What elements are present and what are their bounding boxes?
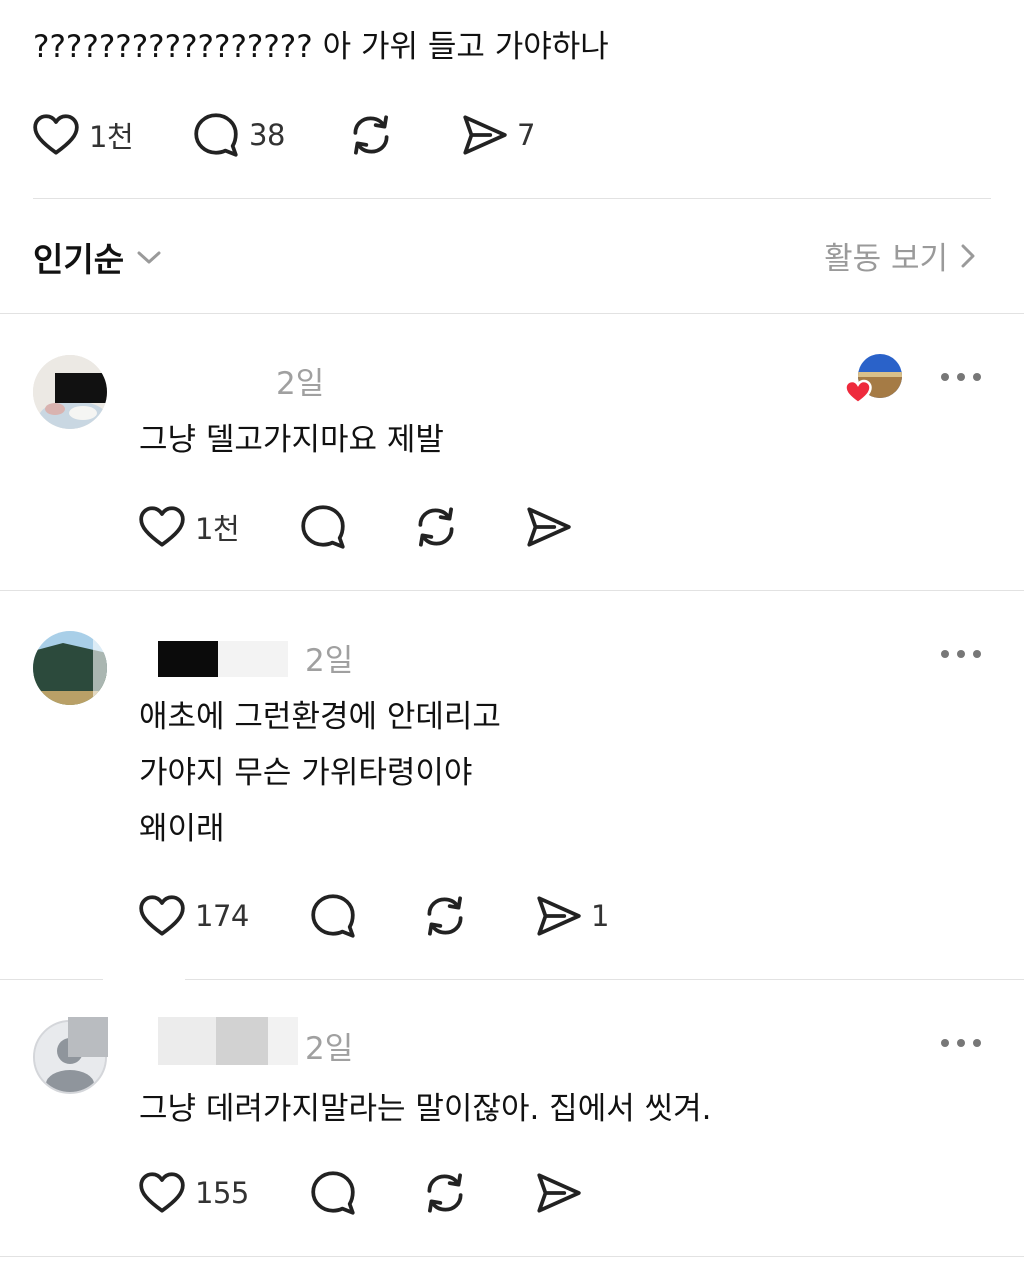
redacted-username <box>218 641 288 677</box>
comment-like-button[interactable]: 155 <box>137 1168 249 1218</box>
post-like-count: 1천 <box>89 120 134 154</box>
post-share-button[interactable]: 7 <box>459 110 535 160</box>
repost-icon <box>420 891 470 941</box>
comment-body-line: 가야지 무슨 가위타령이야 <box>139 755 473 791</box>
repost-icon <box>411 502 461 552</box>
comment-reply-button[interactable] <box>298 502 348 552</box>
comment-share-button[interactable]: 1 <box>533 891 609 941</box>
avatar[interactable] <box>33 631 107 705</box>
comment-reply-button[interactable] <box>308 1168 358 1218</box>
redacted-username <box>216 1017 268 1065</box>
post-repost-button[interactable] <box>346 110 396 160</box>
redacted-username <box>158 1017 216 1065</box>
post-body: ????????????????? 아 가위 들고 가야하나 <box>33 29 609 65</box>
comment-repost-button[interactable] <box>420 1168 470 1218</box>
more-dots-icon[interactable] <box>941 1037 981 1049</box>
more-dots-icon[interactable] <box>941 371 981 383</box>
chevron-down-icon <box>137 251 161 264</box>
liked-heart-icon <box>844 379 872 405</box>
comment-body: 그냥 델고가지마요 제발 <box>139 422 444 458</box>
send-icon <box>523 502 573 552</box>
send-icon <box>533 1168 583 1218</box>
redacted-username <box>268 1017 298 1065</box>
comment-share-count: 1 <box>591 899 609 933</box>
comment-share-button[interactable] <box>533 1168 583 1218</box>
divider <box>0 590 1024 591</box>
post-like-button[interactable]: 1천 <box>31 110 134 160</box>
sort-label: 인기순 <box>33 240 125 279</box>
comment-body: 그냥 데려가지말라는 말이잖아. 집에서 씻겨. <box>139 1091 712 1127</box>
heart-icon <box>137 891 187 941</box>
repost-icon <box>346 110 396 160</box>
avatar[interactable] <box>33 355 107 429</box>
comment-bubble-icon <box>191 110 241 160</box>
repost-icon <box>420 1168 470 1218</box>
comment-like-button[interactable]: 174 <box>137 891 249 941</box>
sort-dropdown[interactable]: 인기순 <box>33 233 162 281</box>
send-icon <box>459 110 509 160</box>
send-icon <box>533 891 583 941</box>
comment-body-line: 왜이래 <box>139 811 225 847</box>
divider <box>0 1256 1024 1257</box>
comment-repost-button[interactable] <box>420 891 470 941</box>
chevron-right-icon <box>961 244 975 267</box>
comment-repost-button[interactable] <box>411 502 461 552</box>
previous-content-edge <box>40 0 150 4</box>
divider <box>0 313 1024 314</box>
comment-share-button[interactable] <box>523 502 573 552</box>
heart-icon <box>137 502 187 552</box>
comment-bubble-icon <box>308 891 358 941</box>
more-dots-icon[interactable] <box>941 648 981 660</box>
redacted-username <box>158 641 218 677</box>
view-activity-label: 활동 보기 <box>824 241 948 277</box>
comment-like-button[interactable]: 1천 <box>137 502 240 552</box>
heart-icon <box>31 110 81 160</box>
comment-like-count: 155 <box>195 1176 249 1210</box>
comment-bubble-icon <box>298 502 348 552</box>
redaction-patch <box>68 1017 108 1057</box>
divider <box>33 198 991 199</box>
comment-time: 2일 <box>276 366 325 402</box>
post-reply-button[interactable]: 38 <box>191 110 285 160</box>
post-reply-count: 38 <box>249 118 285 152</box>
heart-icon <box>137 1168 187 1218</box>
redaction-patch <box>103 968 185 988</box>
comment-like-count: 174 <box>195 899 249 933</box>
view-activity-link[interactable]: 활동 보기 <box>824 233 976 278</box>
comment-reply-button[interactable] <box>308 891 358 941</box>
comment-body-line: 애초에 그런환경에 안데리고 <box>139 699 501 735</box>
comment-time: 2일 <box>305 643 354 679</box>
comment-like-count: 1천 <box>195 512 240 546</box>
comment-bubble-icon <box>308 1168 358 1218</box>
comment-time: 2일 <box>305 1031 354 1067</box>
post-share-count: 7 <box>517 118 535 152</box>
